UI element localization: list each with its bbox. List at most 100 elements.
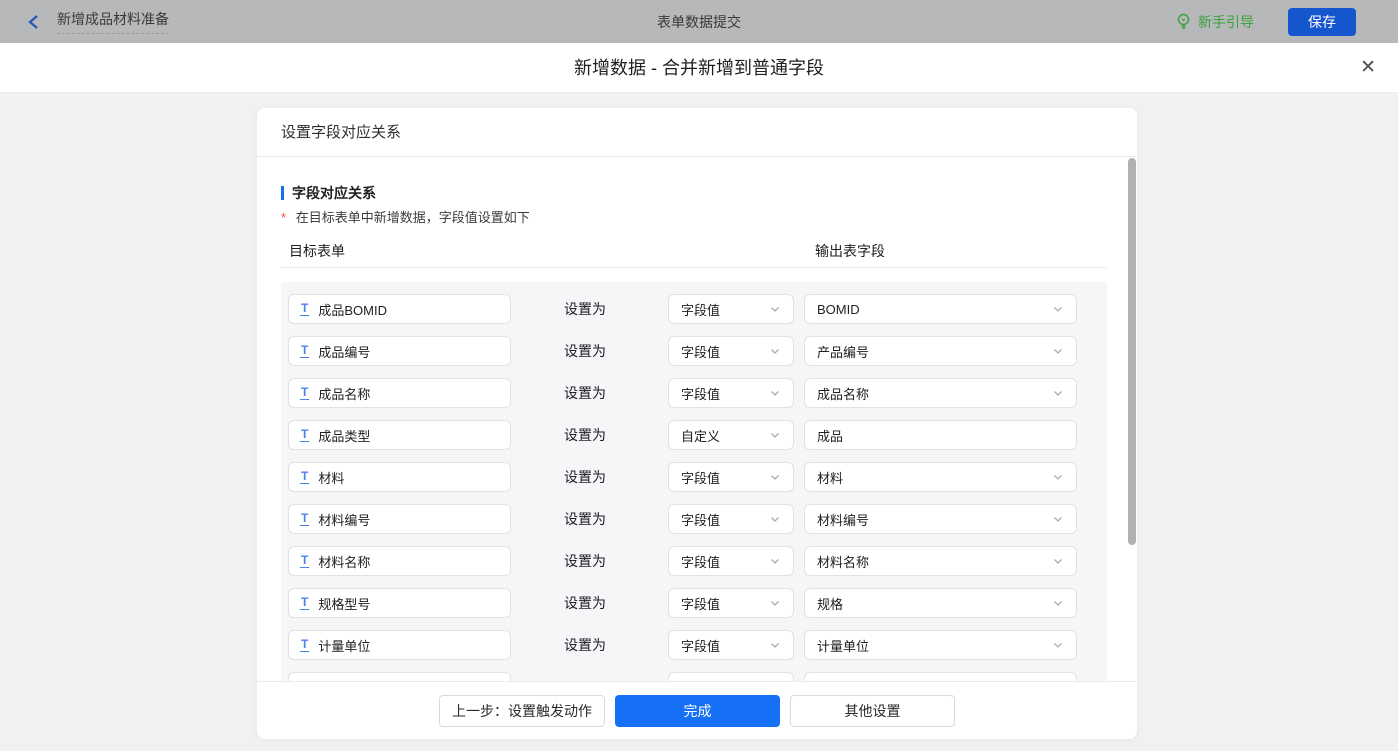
field-mapping-row: T 计量单位 设置为 字段值 计量单位 xyxy=(281,630,1107,660)
target-field-input[interactable]: T xyxy=(288,672,511,681)
required-asterisk: * xyxy=(281,210,286,225)
card-title: 设置字段对应关系 xyxy=(257,108,1137,157)
chevron-down-icon xyxy=(1052,471,1064,483)
target-field-value: 材料名称 xyxy=(318,552,370,571)
value-mode-select[interactable]: 字段值 xyxy=(668,294,794,324)
back-button[interactable] xyxy=(27,13,43,31)
output-field-value: BOMID xyxy=(817,302,860,317)
close-icon[interactable]: ✕ xyxy=(1360,43,1376,93)
output-field-value: 材料名称 xyxy=(817,552,869,571)
card-content: 字段对应关系 * 在目标表单中新增数据，字段值设置如下 目标表单 输出表字段 T… xyxy=(257,157,1137,681)
value-mode-value: 字段值 xyxy=(681,300,720,319)
lightbulb-icon xyxy=(1176,13,1191,30)
target-field-value: 成品名称 xyxy=(318,384,370,403)
save-button[interactable]: 保存 xyxy=(1288,8,1356,36)
value-mode-select[interactable]: 自定义 xyxy=(668,420,794,450)
value-mode-select[interactable]: 字段值 xyxy=(668,630,794,660)
text-field-icon: T xyxy=(300,386,309,400)
value-mode-value: 字段值 xyxy=(681,636,720,655)
value-mode-value: 字段值 xyxy=(681,510,720,529)
value-mode-select[interactable]: 字段值 xyxy=(668,546,794,576)
chevron-down-icon xyxy=(769,555,781,567)
target-field-value: 计量单位 xyxy=(318,636,370,655)
section-title-label: 字段对应关系 xyxy=(292,183,376,203)
chevron-down-icon xyxy=(1052,345,1064,357)
target-field-input[interactable]: T 成品编号 xyxy=(288,336,511,366)
card-footer: 上一步：设置触发动作 完成 其他设置 xyxy=(257,681,1137,739)
flow-name-label[interactable]: 新增成品材料准备 xyxy=(57,9,169,34)
field-mapping-row: T 成品名称 设置为 字段值 成品名称 xyxy=(281,378,1107,408)
value-mode-select[interactable]: 字段值 xyxy=(668,336,794,366)
value-mode-select[interactable] xyxy=(668,672,794,681)
section-title: 字段对应关系 xyxy=(281,183,376,203)
output-field-select[interactable]: BOMID xyxy=(804,294,1077,324)
chevron-down-icon xyxy=(769,471,781,483)
chevron-down-icon xyxy=(769,429,781,441)
set-as-label: 设置为 xyxy=(564,294,606,324)
output-field-select[interactable]: 产品编号 xyxy=(804,336,1077,366)
chevron-down-icon xyxy=(769,597,781,609)
target-field-input[interactable]: T 成品名称 xyxy=(288,378,511,408)
target-field-input[interactable]: T 规格型号 xyxy=(288,588,511,618)
modal-body: 设置字段对应关系 字段对应关系 * 在目标表单中新增数据，字段值设置如下 目标表… xyxy=(0,94,1398,751)
value-mode-select[interactable]: 字段值 xyxy=(668,504,794,534)
chevron-down-icon xyxy=(1052,387,1064,399)
target-field-value: 材料编号 xyxy=(318,510,370,529)
target-field-input[interactable]: T 材料编号 xyxy=(288,504,511,534)
set-as-label: 设置为 xyxy=(564,336,606,366)
target-field-input[interactable]: T 材料名称 xyxy=(288,546,511,576)
value-mode-value: 字段值 xyxy=(681,594,720,613)
output-field-select[interactable]: 规格 xyxy=(804,588,1077,618)
text-field-icon: T xyxy=(300,428,309,442)
output-field-select[interactable]: 材料名称 xyxy=(804,546,1077,576)
beginner-guide-link[interactable]: 新手引导 xyxy=(1176,12,1254,32)
text-field-icon: T xyxy=(300,554,309,568)
output-field-value: 材料 xyxy=(817,468,843,487)
value-mode-select[interactable]: 字段值 xyxy=(668,462,794,492)
modal-header: 新增数据 - 合并新增到普通字段 ✕ xyxy=(0,43,1398,93)
chevron-down-icon xyxy=(1052,303,1064,315)
value-mode-value: 字段值 xyxy=(681,384,720,403)
field-mapping-row: T 成品编号 设置为 字段值 产品编号 xyxy=(281,336,1107,366)
chevron-down-icon xyxy=(769,387,781,399)
output-field-select[interactable]: 材料 xyxy=(804,462,1077,492)
output-field-select[interactable] xyxy=(804,672,1077,681)
chevron-down-icon xyxy=(769,303,781,315)
previous-step-button[interactable]: 上一步：设置触发动作 xyxy=(439,695,605,727)
output-field-select[interactable]: 材料编号 xyxy=(804,504,1077,534)
chevron-down-icon xyxy=(769,639,781,651)
field-mapping-row: T xyxy=(281,672,1107,681)
required-note: * 在目标表单中新增数据，字段值设置如下 xyxy=(281,207,530,226)
set-as-label: 设置为 xyxy=(564,588,606,618)
modal-title: 新增数据 - 合并新增到普通字段 xyxy=(0,43,1398,93)
done-button[interactable]: 完成 xyxy=(615,695,780,727)
value-mode-value: 自定义 xyxy=(681,426,720,445)
topbar-actions: 新手引导 保存 xyxy=(1176,8,1398,36)
set-as-label: 设置为 xyxy=(564,420,606,450)
text-field-icon: T xyxy=(300,638,309,652)
set-as-label: 设置为 xyxy=(564,504,606,534)
other-settings-button[interactable]: 其他设置 xyxy=(790,695,955,727)
target-field-input[interactable]: T 成品BOMID xyxy=(288,294,511,324)
target-field-input[interactable]: T 材料 xyxy=(288,462,511,492)
set-as-label: 设置为 xyxy=(564,630,606,660)
output-field-value: 成品名称 xyxy=(817,384,869,403)
set-as-label: 设置为 xyxy=(564,462,606,492)
output-field-select[interactable]: 成品名称 xyxy=(804,378,1077,408)
output-field-select[interactable]: 计量单位 xyxy=(804,630,1077,660)
chevron-left-icon xyxy=(27,14,41,30)
field-mapping-row: T 成品类型 设置为 自定义 成品 xyxy=(281,420,1107,450)
field-mapping-row: T 规格型号 设置为 字段值 规格 xyxy=(281,588,1107,618)
field-mapping-row: T 成品BOMID 设置为 字段值 BOMID xyxy=(281,294,1107,324)
text-field-icon: T xyxy=(300,470,309,484)
target-field-input[interactable]: T 计量单位 xyxy=(288,630,511,660)
chevron-down-icon xyxy=(1052,513,1064,525)
chevron-down-icon xyxy=(1052,555,1064,567)
vertical-scrollbar-thumb[interactable] xyxy=(1128,158,1136,545)
column-header-output: 输出表字段 xyxy=(815,241,885,261)
target-field-input[interactable]: T 成品类型 xyxy=(288,420,511,450)
output-field-select[interactable]: 成品 xyxy=(804,420,1077,450)
value-mode-select[interactable]: 字段值 xyxy=(668,588,794,618)
output-field-value: 材料编号 xyxy=(817,510,869,529)
value-mode-select[interactable]: 字段值 xyxy=(668,378,794,408)
